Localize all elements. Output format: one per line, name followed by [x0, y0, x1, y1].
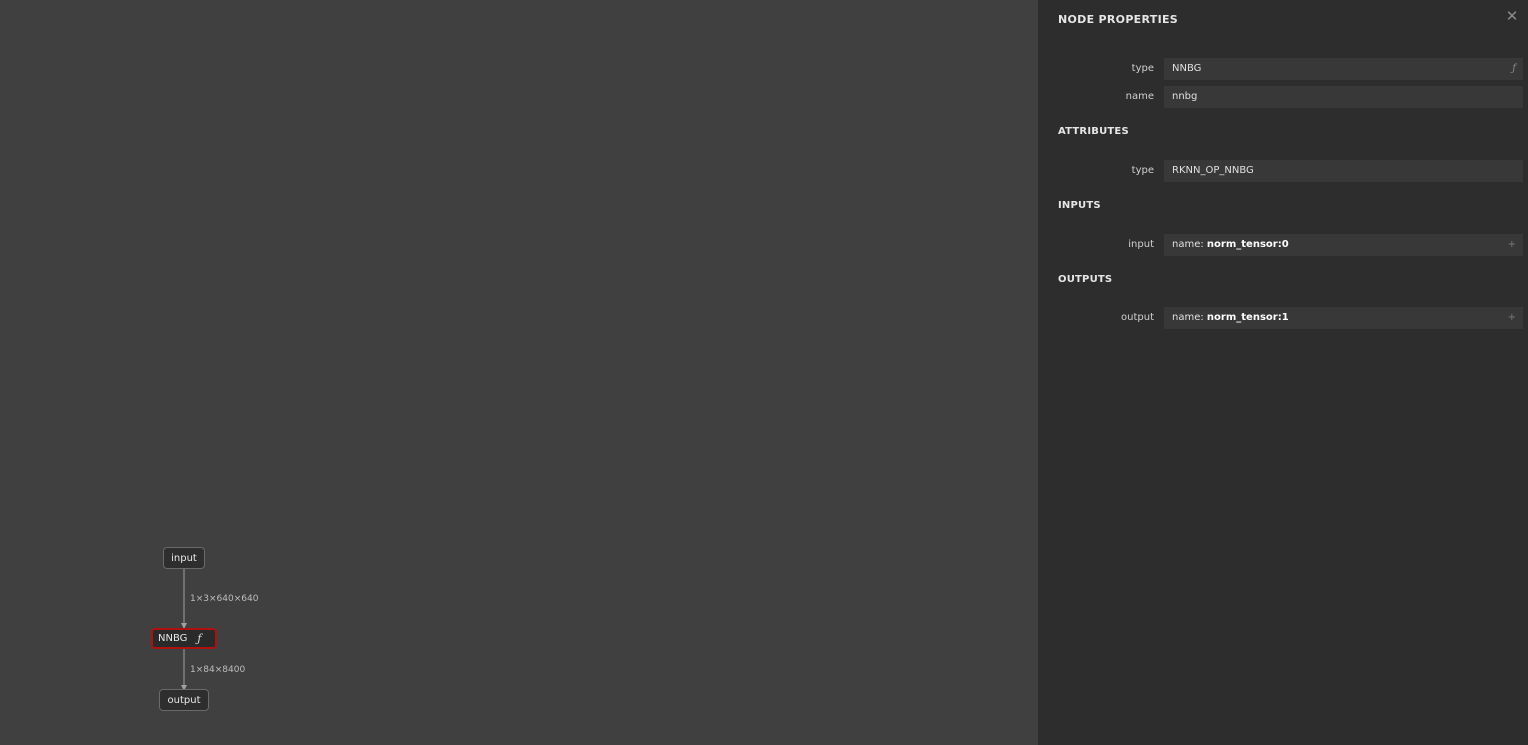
property-label-type: type [1131, 63, 1154, 74]
edge-label-input-shape: 1×3×640×640 [190, 594, 259, 604]
input-value[interactable]: name: norm_tensor:0 + [1164, 234, 1523, 256]
graph-node-nnbg[interactable]: NNBG ƒ [151, 628, 217, 649]
graph-node-output-label: output [167, 694, 201, 706]
graph-node-nnbg-label: NNBG [158, 633, 188, 644]
property-row-name: name nnbg [1038, 86, 1528, 108]
output-value[interactable]: name: norm_tensor:1 + [1164, 307, 1523, 329]
expand-plus-icon[interactable]: + [1508, 234, 1516, 256]
property-row-type: type NNBG ƒ [1038, 58, 1528, 80]
graph-node-input[interactable]: input [163, 547, 205, 569]
output-label: output [1121, 312, 1154, 323]
close-icon[interactable]: ✕ [1505, 9, 1519, 24]
section-title-inputs: INPUTS [1058, 200, 1101, 211]
output-row: output name: norm_tensor:1 + [1038, 307, 1528, 329]
function-icon: ƒ [197, 632, 202, 645]
function-icon[interactable]: ƒ [1512, 58, 1516, 80]
output-value-name: norm_tensor:1 [1206, 312, 1289, 323]
edge-label-output-shape: 1×84×8400 [190, 665, 246, 675]
attribute-value-type: RKNN_OP_NNBG [1164, 160, 1523, 182]
section-title-outputs: OUTPUTS [1058, 274, 1113, 285]
section-title-attributes: ATTRIBUTES [1058, 126, 1129, 137]
property-value-type[interactable]: NNBG ƒ [1164, 58, 1523, 80]
property-value-type-text: NNBG [1172, 63, 1202, 74]
graph-canvas[interactable]: input 1×3×640×640 NNBG ƒ 1×84×8400 outpu… [0, 0, 1038, 745]
graph-node-input-label: input [171, 552, 197, 564]
sidebar-title: NODE PROPERTIES [1058, 13, 1178, 26]
input-label: input [1128, 239, 1154, 250]
input-value-prefix: name: [1172, 239, 1207, 250]
property-label-name: name [1125, 91, 1154, 102]
node-properties-sidebar: NODE PROPERTIES ✕ type NNBG ƒ name nnbg … [1038, 0, 1528, 745]
property-value-name: nnbg [1164, 86, 1523, 108]
input-value-name: norm_tensor:0 [1206, 239, 1289, 250]
output-value-prefix: name: [1172, 312, 1207, 323]
attribute-value-type-text: RKNN_OP_NNBG [1172, 165, 1254, 176]
expand-plus-icon[interactable]: + [1508, 307, 1516, 329]
attribute-row-type: type RKNN_OP_NNBG [1038, 160, 1528, 182]
property-value-name-text: nnbg [1172, 91, 1198, 102]
attribute-label-type: type [1131, 165, 1154, 176]
input-row: input name: norm_tensor:0 + [1038, 234, 1528, 256]
graph-node-output[interactable]: output [159, 689, 209, 711]
